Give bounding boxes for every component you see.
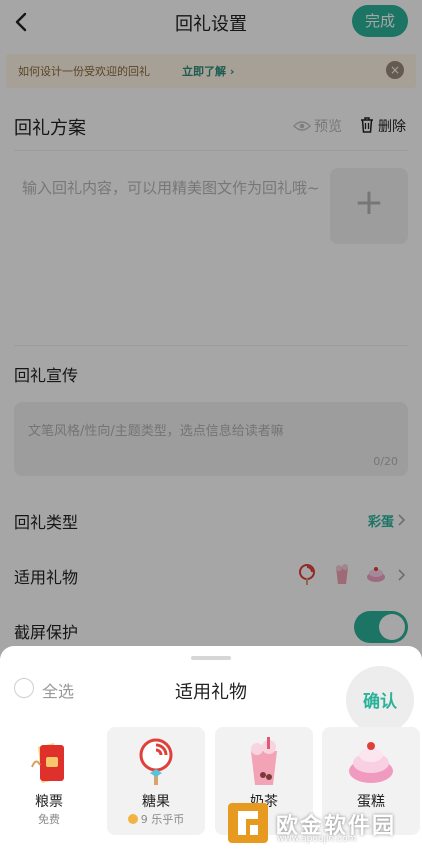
drag-handle[interactable]	[191, 656, 231, 660]
coin-icon	[127, 814, 138, 824]
gift-price: 免费	[38, 813, 60, 826]
red-ticket-icon	[31, 743, 64, 783]
lollipop-icon	[139, 738, 173, 785]
watermark-logo-icon	[228, 803, 268, 843]
confirm-button[interactable]: 确认	[346, 666, 414, 734]
cake-icon	[349, 742, 393, 783]
watermark: 欧金软件园 www.apoujin.com	[222, 798, 420, 848]
gift-card-candy[interactable]: 糖果 9 乐乎币	[107, 727, 205, 835]
gift-name: 糖果	[142, 794, 170, 810]
gift-card-ticket[interactable]: 粮票 免费	[0, 727, 98, 835]
watermark-url: www.apoujin.com	[277, 834, 357, 844]
gift-price: 9 乐乎币	[107, 811, 205, 827]
milk-tea-icon	[251, 737, 277, 785]
gift-name: 粮票	[35, 794, 63, 810]
gift-price-value: 9 乐乎币	[140, 813, 185, 826]
confirm-label: 确认	[363, 692, 397, 712]
